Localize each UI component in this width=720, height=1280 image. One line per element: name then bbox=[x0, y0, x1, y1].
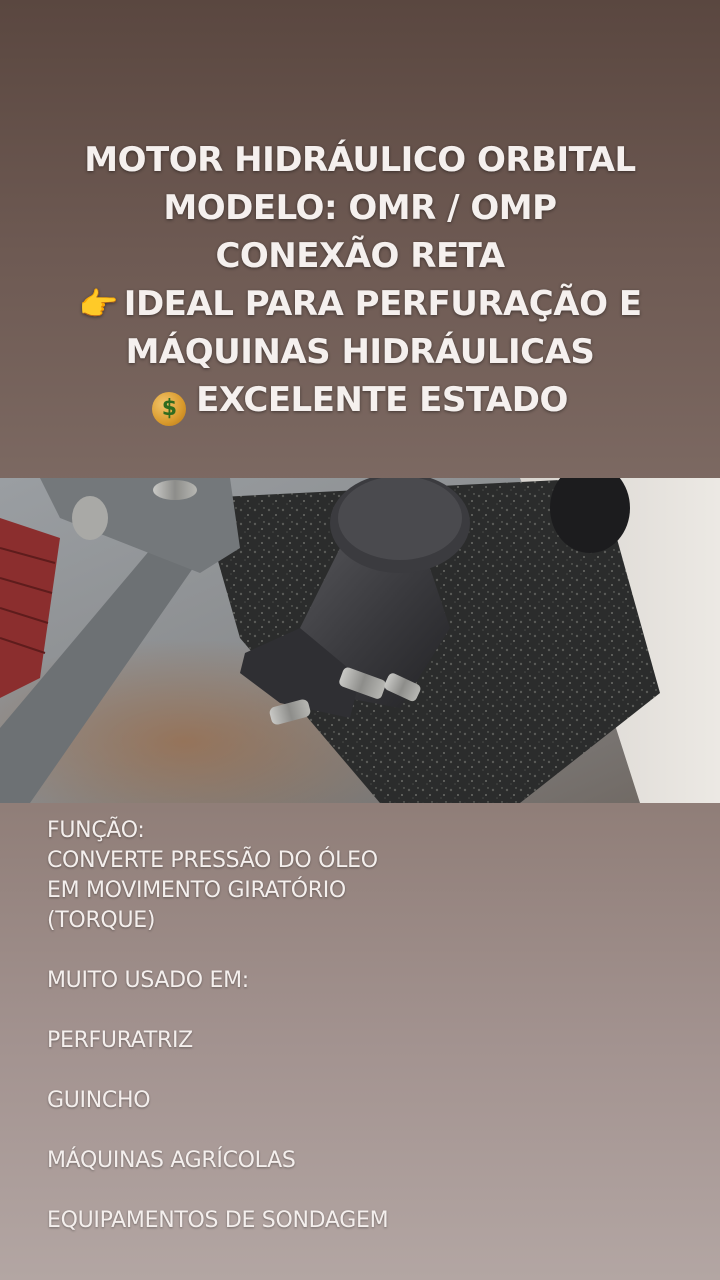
headline-ideal-text: IDEAL PARA PERFURAÇÃO E bbox=[123, 284, 642, 324]
use-item: PERFURATRIZ bbox=[47, 1028, 193, 1053]
headline-line-connection: CONEXÃO RETA bbox=[215, 236, 505, 276]
headline-line-machines: MÁQUINAS HIDRÁULICAS bbox=[125, 332, 595, 372]
use-item: EQUIPAMENTOS DE SONDAGEM bbox=[47, 1208, 389, 1233]
function-label: FUNÇÃO: bbox=[47, 818, 145, 843]
headline-condition-text: EXCELENTE ESTADO bbox=[196, 380, 568, 420]
headline-line-ideal: 👉 IDEAL PARA PERFURAÇÃO E bbox=[20, 280, 700, 328]
use-item: GUINCHO bbox=[47, 1088, 151, 1113]
headline-line-model: MODELO: OMR / OMP bbox=[163, 188, 557, 228]
money-bag-icon: $ bbox=[152, 392, 187, 426]
function-line-3: (TORQUE) bbox=[47, 908, 156, 933]
info-block: FUNÇÃO: CONVERTE PRESSÃO DO ÓLEO EM MOVI… bbox=[47, 816, 667, 1236]
function-line-1: CONVERTE PRESSÃO DO ÓLEO bbox=[47, 848, 378, 873]
headline-block: MOTOR HIDRÁULICO ORBITAL MODELO: OMR / O… bbox=[20, 136, 700, 426]
use-item: MÁQUINAS AGRÍCOLAS bbox=[47, 1148, 296, 1173]
hydraulic-motor-photo bbox=[0, 478, 720, 803]
product-photo bbox=[0, 478, 720, 803]
story-screen: MOTOR HIDRÁULICO ORBITAL MODELO: OMR / O… bbox=[0, 0, 720, 1280]
headline-line-title: MOTOR HIDRÁULICO ORBITAL bbox=[84, 140, 636, 180]
headline-line-condition: $ EXCELENTE ESTADO bbox=[20, 376, 700, 426]
function-line-2: EM MOVIMENTO GIRATÓRIO bbox=[47, 878, 346, 903]
pointing-hand-icon: 👉 bbox=[78, 285, 118, 323]
uses-label: MUITO USADO EM: bbox=[47, 968, 249, 993]
